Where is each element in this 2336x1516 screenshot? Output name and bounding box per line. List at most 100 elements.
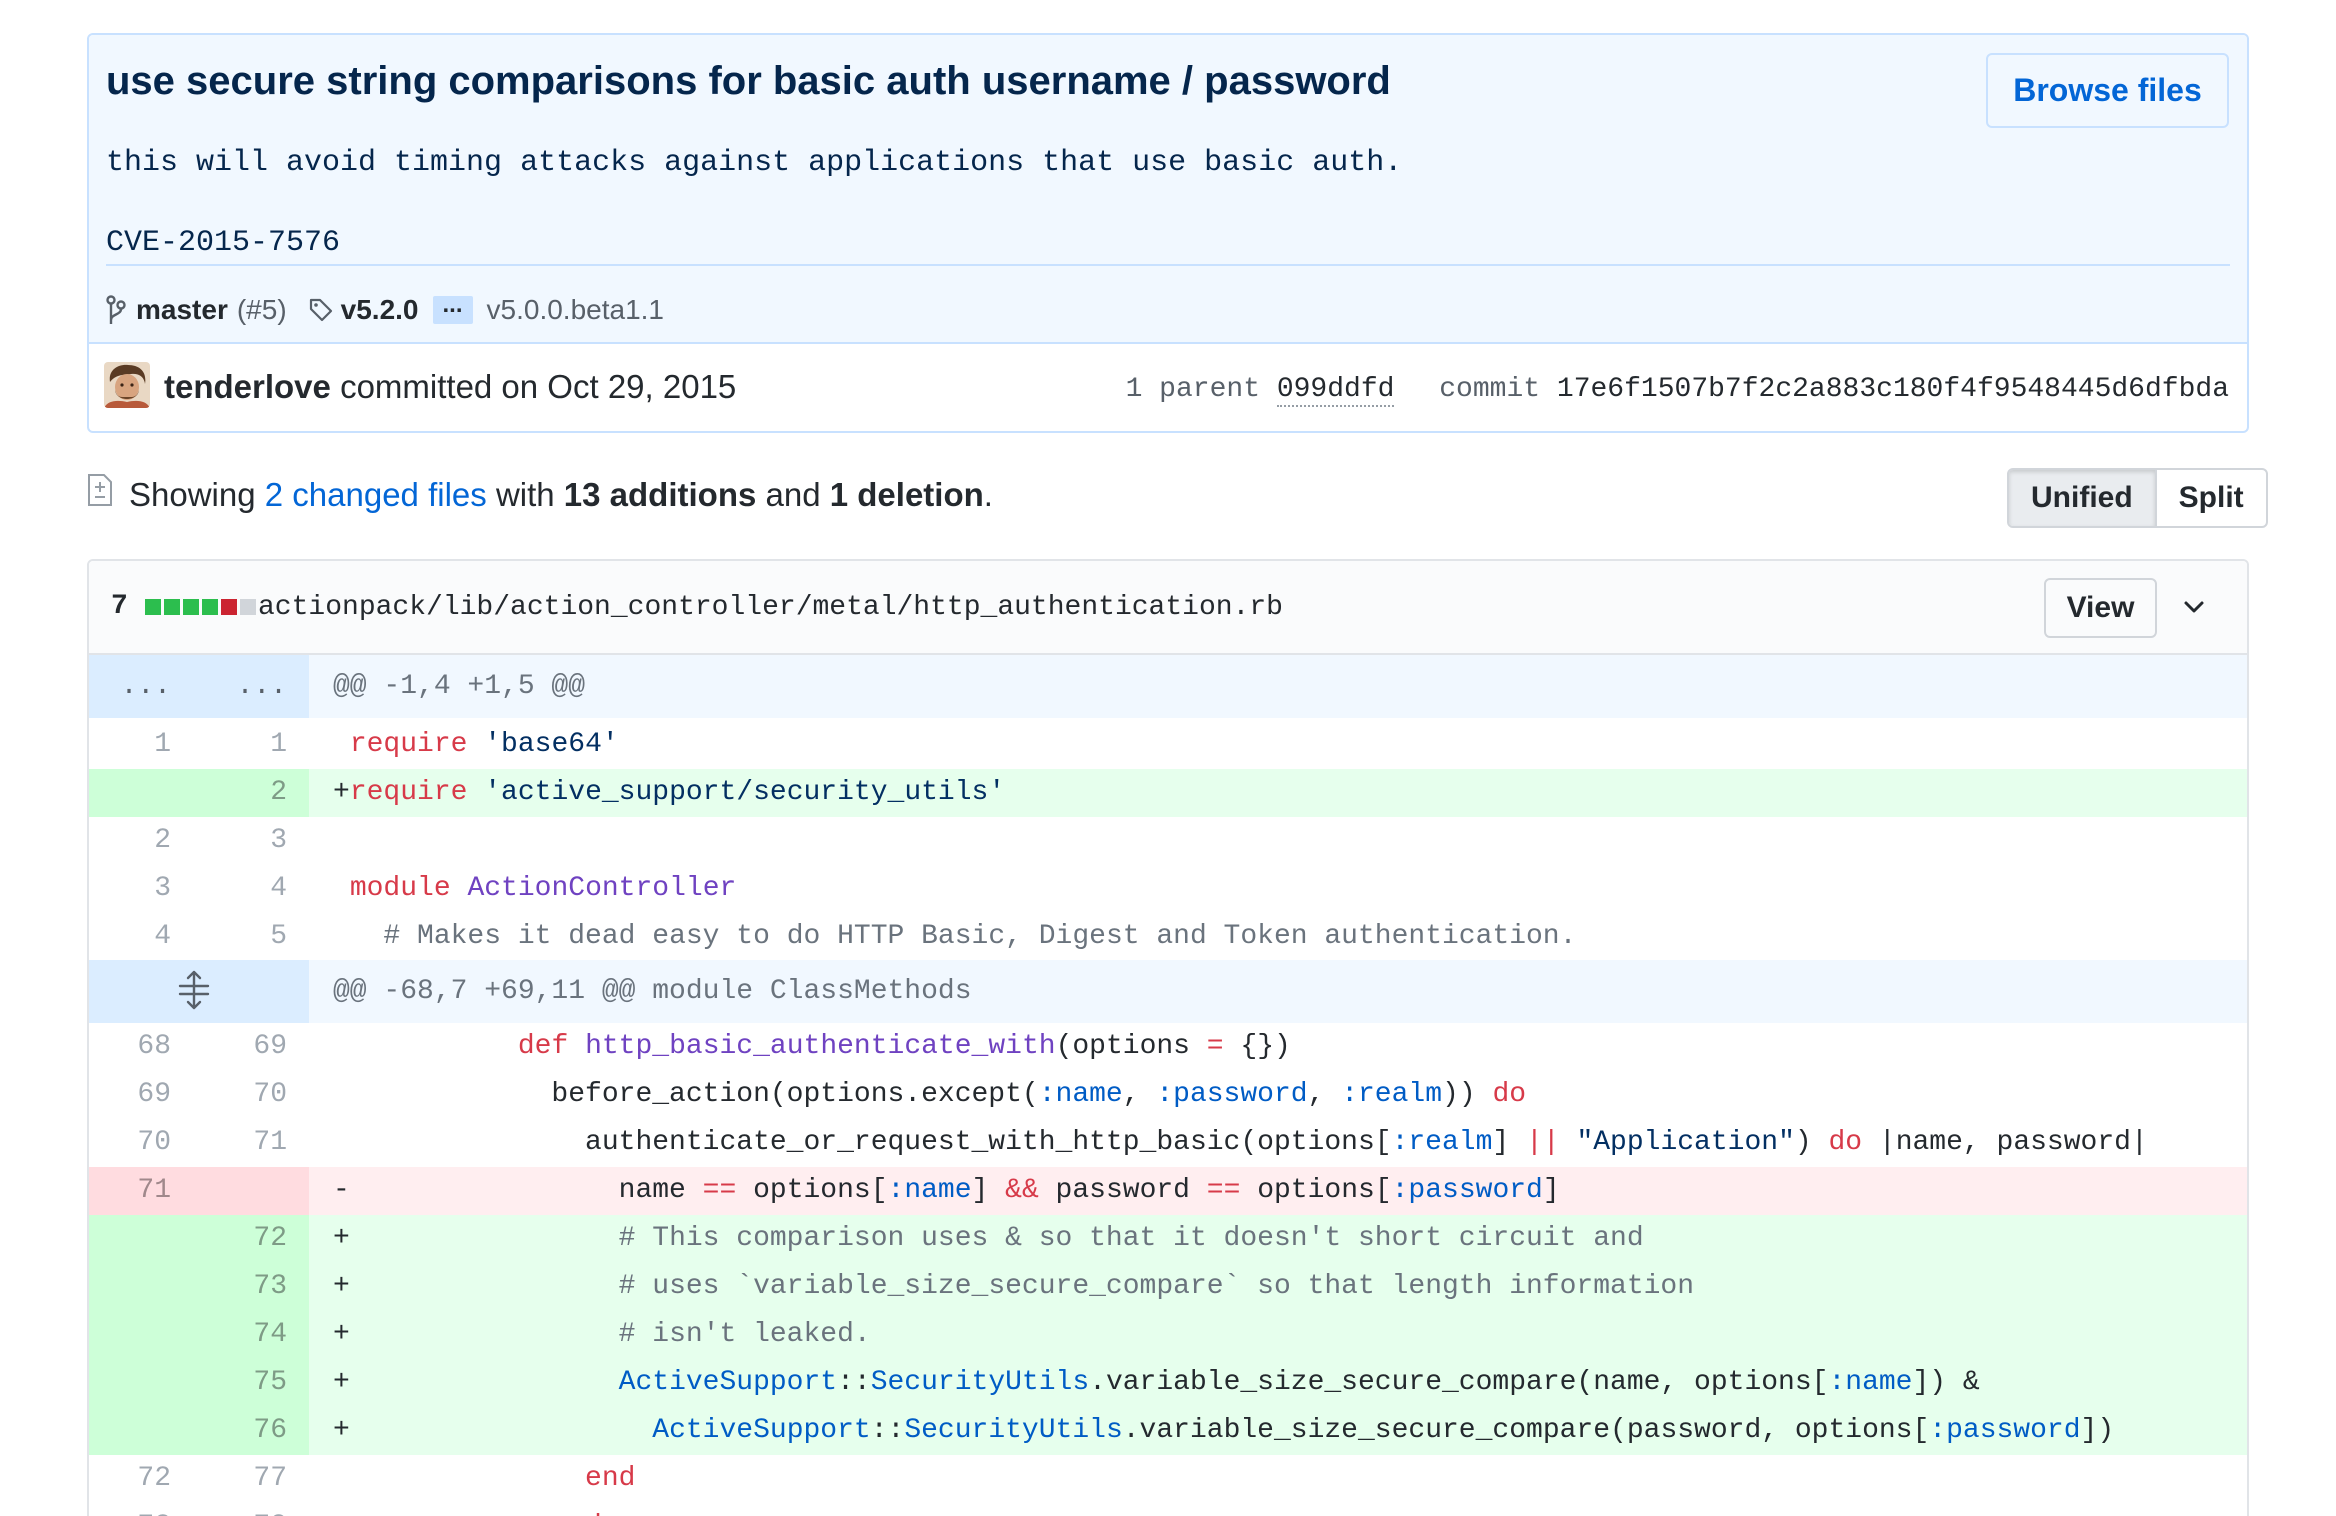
code-line: + ActiveSupport::SecurityUtils.variable_… bbox=[309, 1358, 2247, 1407]
diff-line-row: 68 69 def http_basic_authenticate_with(op… bbox=[89, 1023, 2247, 1071]
diff-line-row: 70 71 authenticate_or_request_with_http_b… bbox=[89, 1119, 2247, 1167]
view-file-button[interactable]: View bbox=[2044, 578, 2157, 638]
old-line-number[interactable] bbox=[89, 1262, 199, 1311]
author-name[interactable]: tenderlove bbox=[164, 368, 331, 405]
diffstat-block-add bbox=[164, 599, 180, 615]
new-line-number[interactable]: 74 bbox=[199, 1310, 309, 1359]
old-line-number[interactable]: 4 bbox=[89, 913, 199, 961]
new-line-number[interactable]: 5 bbox=[199, 913, 309, 961]
new-line-number[interactable]: ... bbox=[199, 655, 309, 718]
parent-label: 1 parent bbox=[1125, 374, 1260, 405]
diff-line-row: 71 - name == options[:name] && password =… bbox=[89, 1166, 2247, 1215]
new-line-number[interactable]: 77 bbox=[199, 1455, 309, 1503]
commit-meta: tenderlove committed on Oct 29, 2015 1 p… bbox=[89, 344, 2247, 431]
diff-line-row: 45 # Makes it dead easy to do HTTP Basic… bbox=[89, 913, 2247, 961]
new-line-number[interactable]: 73 bbox=[199, 1262, 309, 1311]
unified-view-button[interactable]: Unified bbox=[2009, 470, 2157, 526]
old-line-number[interactable] bbox=[89, 1214, 199, 1263]
diff-line-row: 72 77 end bbox=[89, 1455, 2247, 1503]
code-line: module ActionController bbox=[349, 873, 737, 904]
old-line-number[interactable]: 3 bbox=[89, 865, 199, 913]
new-line-number[interactable]: 2 bbox=[199, 769, 309, 817]
changed-files-link[interactable]: 2 changed files bbox=[265, 476, 487, 513]
commit-sha: 17e6f1507b7f2c2a883c180f4f9548445d6dfbda bbox=[1556, 374, 2229, 405]
diff-line-row: 11 require 'base64' bbox=[89, 721, 2247, 769]
new-line-number[interactable]: 69 bbox=[199, 1023, 309, 1071]
diffstat-block-add bbox=[183, 599, 199, 615]
new-line-number[interactable]: 76 bbox=[199, 1406, 309, 1455]
old-line-number[interactable]: 70 bbox=[89, 1119, 199, 1167]
hunk-header-row: ...... @@ -1,4 +1,5 @@ bbox=[89, 655, 2247, 718]
branch-name[interactable]: master bbox=[136, 294, 228, 326]
new-line-number[interactable]: 78 bbox=[199, 1503, 309, 1516]
old-line-number[interactable] bbox=[89, 1406, 199, 1455]
code-line: end bbox=[585, 1462, 636, 1494]
code-line: before_action(options.except(:name, :pas… bbox=[333, 1078, 1527, 1110]
diff-summary: Showing 2 changed files with 13 addition… bbox=[129, 476, 993, 514]
file-diff-icon bbox=[87, 473, 113, 512]
diffstat-block-neutral bbox=[240, 599, 256, 615]
old-line-number[interactable]: 2 bbox=[89, 817, 199, 865]
code-line: + # uses `variable_size_secure_compare` … bbox=[309, 1262, 2247, 1311]
old-line-number[interactable]: 72 bbox=[89, 1455, 199, 1503]
chevron-down-icon[interactable] bbox=[2181, 594, 2207, 625]
new-line-number[interactable]: 70 bbox=[199, 1071, 309, 1119]
divider bbox=[106, 264, 2230, 266]
old-line-number[interactable]: 73 bbox=[89, 1503, 199, 1516]
diff-line-row: 76 + ActiveSupport::SecurityUtils.variabl… bbox=[89, 1406, 2247, 1455]
summary-with: with bbox=[495, 476, 555, 513]
browse-files-button[interactable]: Browse files bbox=[1986, 53, 2229, 128]
old-line-number[interactable]: 68 bbox=[89, 1023, 199, 1071]
split-view-button[interactable]: Split bbox=[2157, 470, 2266, 526]
diff-line-row: 2 +require 'active_support/security_utils… bbox=[89, 769, 2247, 817]
code-line: +require 'active_support/security_utils' bbox=[309, 769, 2247, 817]
tag-name[interactable]: v5.2.0 bbox=[341, 294, 419, 326]
code-line: - name == options[:name] && password == … bbox=[309, 1166, 2247, 1215]
code-line: + # isn't leaked. bbox=[309, 1310, 2247, 1359]
tags-ellipsis[interactable]: ... bbox=[432, 293, 473, 324]
diff-line-row: 7378 end bbox=[89, 1503, 2247, 1516]
commit-author: tenderlove committed on Oct 29, 2015 bbox=[164, 368, 736, 406]
committed-date: committed on Oct 29, 2015 bbox=[340, 368, 737, 405]
parent-sha-link[interactable]: 099ddfd bbox=[1276, 374, 1395, 407]
old-line-number[interactable] bbox=[89, 959, 309, 1023]
commit-label: commit bbox=[1439, 374, 1541, 405]
old-line-number[interactable]: 71 bbox=[89, 1166, 199, 1215]
hunk-header-row: @@ -68,7 +69,11 @@ module ClassMethods bbox=[89, 959, 2247, 1023]
diff-line-row: 34 module ActionController bbox=[89, 865, 2247, 913]
diff-line-row: 74 + # isn't leaked. bbox=[89, 1310, 2247, 1359]
diff-file: 7 actionpack/lib/action_controller/metal… bbox=[87, 559, 2249, 1516]
new-line-number[interactable] bbox=[199, 1166, 309, 1215]
old-line-number[interactable]: ... bbox=[89, 655, 199, 718]
old-line-number[interactable] bbox=[89, 769, 199, 817]
branch-pr[interactable]: (#5) bbox=[237, 294, 287, 326]
old-line-number[interactable]: 1 bbox=[89, 721, 199, 769]
new-line-number[interactable]: 75 bbox=[199, 1358, 309, 1407]
old-line-number[interactable] bbox=[89, 1310, 199, 1359]
tag-last[interactable]: v5.0.0.beta1.1 bbox=[487, 294, 664, 326]
new-line-number[interactable]: 1 bbox=[199, 721, 309, 769]
summary-and: and bbox=[765, 476, 821, 513]
branch-container: master (#5) v5.2.0 ... v5.0.0.beta1.1 bbox=[106, 285, 664, 335]
diff-line-row: 73 + # uses `variable_size_secure_compare… bbox=[89, 1262, 2247, 1311]
hunk-header-text: @@ -68,7 +69,11 @@ module ClassMethods bbox=[333, 975, 972, 1007]
additions-count: 13 additions bbox=[563, 476, 757, 513]
commit-description: this will avoid timing attacks against a… bbox=[106, 146, 1403, 260]
commit-header: use secure string comparisons for basic … bbox=[89, 35, 2247, 344]
new-line-number[interactable]: 71 bbox=[199, 1119, 309, 1167]
new-line-number[interactable]: 4 bbox=[199, 865, 309, 913]
code-line: end bbox=[309, 1503, 2247, 1516]
avatar[interactable] bbox=[104, 362, 150, 408]
tag-icon bbox=[309, 298, 333, 322]
code-line: + # This comparison uses & so that it do… bbox=[309, 1214, 2247, 1263]
new-line-number[interactable]: 72 bbox=[199, 1214, 309, 1263]
diff-view-toggle: Unified Split bbox=[2007, 468, 2268, 528]
diffstat-count: 7 bbox=[111, 591, 128, 622]
old-line-number[interactable] bbox=[89, 1358, 199, 1407]
diffstat-blocks bbox=[145, 599, 256, 615]
old-line-number[interactable]: 69 bbox=[89, 1071, 199, 1119]
file-path[interactable]: actionpack/lib/action_controller/metal/h… bbox=[258, 592, 1283, 623]
new-line-number[interactable]: 3 bbox=[199, 817, 309, 865]
branch-icon bbox=[106, 295, 126, 325]
